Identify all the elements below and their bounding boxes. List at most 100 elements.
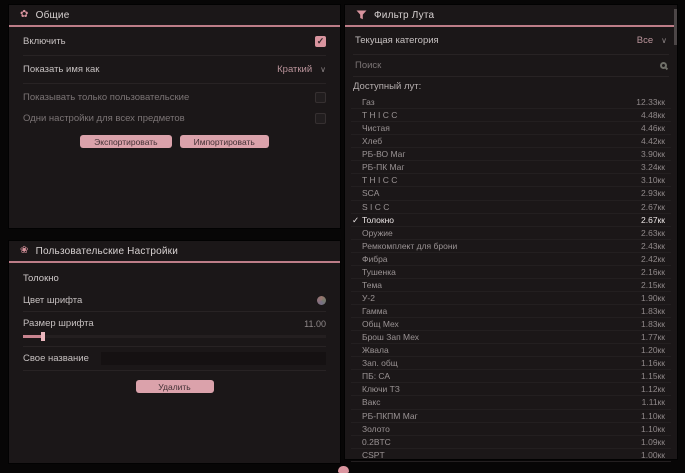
loot-item-name: CSPT xyxy=(362,450,641,460)
font-size-value: 11.00 xyxy=(304,319,326,329)
loot-item-name: Т Н I С С xyxy=(362,110,641,120)
same-for-all-row: Одни настройки для всех предметов xyxy=(23,108,326,128)
loot-item-name: Ремкомплект для брони xyxy=(362,241,641,251)
loot-item-name: Ключи ТЗ xyxy=(362,384,641,394)
loot-item-name: Оружие xyxy=(362,228,641,238)
loot-item[interactable]: Фибра2.42кк xyxy=(351,253,671,266)
loot-item[interactable]: ✓Толокно2.67кк xyxy=(351,214,671,227)
loot-item[interactable]: Общ Мех1.83кк xyxy=(351,318,671,331)
loot-item[interactable]: Т Н I С С4.48кк xyxy=(351,109,671,122)
loot-item[interactable]: РБ-ВО Маг3.90кк xyxy=(351,148,671,161)
loot-item[interactable]: Хлеб4.42кк xyxy=(351,135,671,148)
font-size-slider[interactable] xyxy=(23,332,326,342)
panel-title: Общие xyxy=(36,10,70,21)
loot-item-name: SCA xyxy=(362,188,641,198)
loot-item-value: 1.10кк xyxy=(641,411,665,421)
selected-item-name: Толокно xyxy=(23,263,326,290)
same-for-all-checkbox[interactable] xyxy=(315,113,326,124)
chevron-down-icon: ∨ xyxy=(661,36,667,45)
loot-item-value: 1.15кк xyxy=(641,371,665,381)
loot-item[interactable]: Тема2.15кк xyxy=(351,279,671,292)
loot-item[interactable]: 0.2BTC1.09кк xyxy=(351,436,671,449)
check-icon: ✓ xyxy=(317,36,325,47)
search-row xyxy=(353,55,669,77)
loot-item-value: 1.16кк xyxy=(641,358,665,368)
export-button[interactable]: Экспортировать xyxy=(80,135,171,148)
loot-item-value: 3.90кк xyxy=(641,149,665,159)
loot-item-name: ПБ: СА xyxy=(362,371,641,381)
only-custom-row: Показывать только пользовательские xyxy=(23,87,326,108)
loot-item-name: Общ Мех xyxy=(362,319,641,329)
loot-item-name: Тушенка xyxy=(362,267,641,277)
scrollbar-thumb[interactable] xyxy=(674,9,677,45)
loot-item[interactable]: Т Н I С С3.10кк xyxy=(351,174,671,187)
loot-item[interactable]: CSPT1.00кк xyxy=(351,449,671,462)
category-value: Все xyxy=(637,35,653,46)
loot-item[interactable]: SCA2.93кк xyxy=(351,187,671,200)
loot-item[interactable]: Ремкомплект для брони2.43кк xyxy=(351,240,671,253)
loot-item-value: 4.46кк xyxy=(641,123,665,133)
loot-item-value: 1.20кк xyxy=(641,345,665,355)
loot-item-name: Фибра xyxy=(362,254,641,264)
loot-item[interactable]: Зап. общ1.16кк xyxy=(351,357,671,370)
loot-item[interactable]: Золото1.10кк xyxy=(351,423,671,436)
loot-item[interactable]: РБ-ПКПМ Маг1.10кк xyxy=(351,410,671,423)
slider-thumb[interactable] xyxy=(41,332,45,341)
loot-item-name: У-2 xyxy=(362,293,641,303)
loot-item-value: 2.63кк xyxy=(641,228,665,238)
import-button[interactable]: Импортировать xyxy=(180,135,269,148)
font-size-label: Размер шрифта xyxy=(23,318,94,329)
general-panel-header: ✿ Общие xyxy=(9,5,340,27)
loot-item-value: 1.90кк xyxy=(641,293,665,303)
loot-item-name: Тема xyxy=(362,280,641,290)
loot-item[interactable]: Гамма1.83кк xyxy=(351,305,671,318)
enable-checkbox[interactable]: ✓ xyxy=(315,36,326,47)
only-custom-checkbox[interactable] xyxy=(315,92,326,103)
custom-settings-header: ❀ Пользовательские Настройки xyxy=(9,241,340,263)
loot-item[interactable]: ПБ: СА1.15кк xyxy=(351,370,671,383)
loot-item[interactable]: Тушенка2.16кк xyxy=(351,266,671,279)
custom-name-input[interactable] xyxy=(101,352,326,365)
loot-item[interactable]: Чистая4.46кк xyxy=(351,122,671,135)
loot-item-value: 1.12кк xyxy=(641,384,665,394)
loot-item[interactable]: У-21.90кк xyxy=(351,292,671,305)
panel-title: Фильтр Лута xyxy=(374,10,434,21)
category-dropdown[interactable]: Все ∨ xyxy=(637,35,667,46)
name-display-value: Краткий xyxy=(277,64,312,75)
search-icon[interactable] xyxy=(660,62,667,69)
loot-item[interactable]: Оружие2.63кк xyxy=(351,227,671,240)
name-display-dropdown[interactable]: Краткий ∨ xyxy=(277,64,326,75)
delete-button[interactable]: Удалить xyxy=(136,380,214,393)
same-for-all-label: Одни настройки для всех предметов xyxy=(23,113,185,124)
slider-track xyxy=(23,335,326,338)
loot-item[interactable]: Жвала1.20кк xyxy=(351,344,671,357)
loot-filter-header: Фильтр Лута xyxy=(345,5,677,27)
loot-item-name: Толокно xyxy=(362,215,641,225)
loot-item-value: 1.83кк xyxy=(641,319,665,329)
loot-item-name: РБ-ПК Маг xyxy=(362,162,641,172)
loot-item[interactable]: Ключи ТЗ1.12кк xyxy=(351,383,671,396)
loot-item-name: РБ-ВО Маг xyxy=(362,149,641,159)
loot-item-value: 2.16кк xyxy=(641,267,665,277)
loot-item[interactable]: Газ12.33кк xyxy=(351,96,671,109)
loot-item-value: 2.67кк xyxy=(641,202,665,212)
loot-item-name: S I С С xyxy=(362,202,641,212)
color-wheel-icon[interactable] xyxy=(317,296,326,305)
loot-item-name: 0.2BTC xyxy=(362,437,641,447)
general-panel: ✿ Общие Включить ✓ Показать имя как Крат… xyxy=(8,4,341,229)
loot-item[interactable]: Брош Зап Мех1.77кк xyxy=(351,331,671,344)
hidden-panel-icon xyxy=(338,466,349,473)
loot-item[interactable]: Вакс1.11кк xyxy=(351,396,671,409)
check-icon: ✓ xyxy=(352,215,359,226)
loot-item-name: Гамма xyxy=(362,306,641,316)
loot-item[interactable]: РБ-ПК Маг3.24кк xyxy=(351,161,671,174)
loot-item[interactable]: S I С С2.67кк xyxy=(351,201,671,214)
enable-row: Включить ✓ xyxy=(23,27,326,56)
search-input[interactable] xyxy=(355,60,660,71)
category-label: Текущая категория xyxy=(355,35,439,46)
font-color-row[interactable]: Цвет шрифта xyxy=(23,290,326,312)
loot-item-value: 2.15кк xyxy=(641,280,665,290)
loot-item-value: 4.42кк xyxy=(641,136,665,146)
loot-item-value: 1.09кк xyxy=(641,437,665,447)
panel-title: Пользовательские Настройки xyxy=(36,246,178,257)
